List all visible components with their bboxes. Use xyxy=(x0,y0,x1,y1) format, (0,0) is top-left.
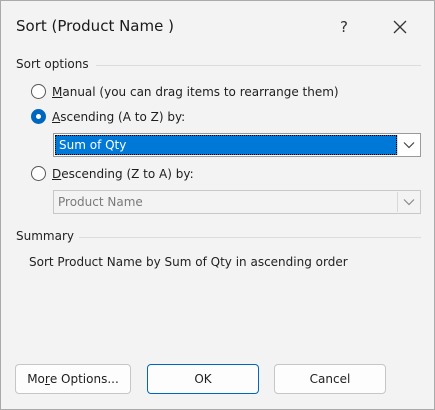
dialog-title: Sort (Product Name ) xyxy=(16,17,174,35)
help-button[interactable]: ? xyxy=(322,9,366,45)
descending-radio-option[interactable]: Descending (Z to A) by: xyxy=(31,166,194,181)
ascending-label: Ascending (A to Z) by: xyxy=(52,109,186,124)
ascending-radio-option[interactable]: Ascending (A to Z) by: xyxy=(31,109,185,124)
sort-dialog: Sort (Product Name ) ? Sort options Manu… xyxy=(0,0,435,410)
cancel-button[interactable]: Cancel xyxy=(274,364,386,394)
descending-radio[interactable] xyxy=(31,166,46,181)
manual-label: Manual (you can drag items to rearrange … xyxy=(52,84,339,99)
ok-button[interactable]: OK xyxy=(147,364,259,394)
sort-options-divider xyxy=(96,65,421,66)
ascending-field-dropdown[interactable]: Sum of Qty xyxy=(53,133,421,157)
summary-text: Sort Product Name by Sum of Qty in ascen… xyxy=(29,255,348,269)
descending-field-dropdown: Product Name xyxy=(53,190,421,214)
descending-label: Descending (Z to A) by: xyxy=(52,166,194,181)
ascending-dropdown-arrow[interactable] xyxy=(398,134,420,156)
manual-radio-option[interactable]: Manual (you can drag items to rearrange … xyxy=(31,84,339,99)
summary-divider xyxy=(79,237,421,238)
chevron-down-icon xyxy=(403,199,415,206)
chevron-down-icon xyxy=(403,142,415,149)
sort-options-header: Sort options xyxy=(16,57,89,71)
summary-header: Summary xyxy=(16,229,74,243)
descending-field-value: Product Name xyxy=(58,195,143,209)
ascending-field-value: Sum of Qty xyxy=(55,135,397,155)
close-button[interactable] xyxy=(377,9,423,45)
manual-radio[interactable] xyxy=(31,84,46,99)
more-options-button[interactable]: Mo r e Options... xyxy=(15,364,131,394)
title-bar: Sort (Product Name ) ? xyxy=(1,1,434,53)
ascending-radio[interactable] xyxy=(31,109,46,124)
descending-dropdown-arrow xyxy=(398,191,420,213)
close-icon xyxy=(393,20,407,34)
